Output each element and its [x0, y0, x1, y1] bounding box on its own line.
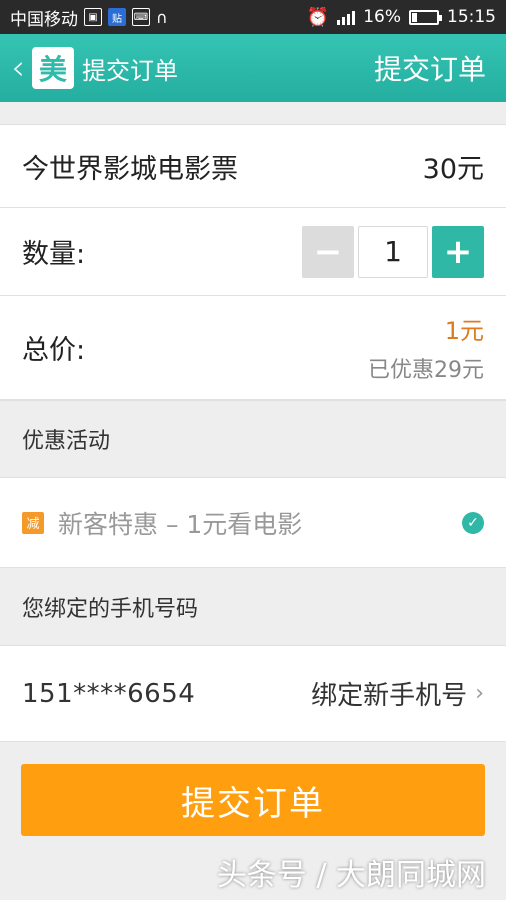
- app-logo: 美: [32, 47, 74, 89]
- phone-row: 151****6654 绑定新手机号 ›: [0, 646, 506, 742]
- unit-price: 30元: [422, 153, 484, 185]
- gallery-notification-icon: ▣: [84, 8, 102, 26]
- keyboard-icon: ⌨: [132, 8, 150, 26]
- product-row: 今世界影城电影票 30元: [0, 124, 506, 208]
- submit-order-button[interactable]: 提交订单: [21, 764, 485, 836]
- promotion-text: 新客特惠 – 1元看电影: [58, 509, 303, 539]
- status-bar: 中国移动 ▣ 贴 ⌨ ∩ ⏰ 16% 15:15: [0, 0, 506, 34]
- discount-tag-icon: 减: [22, 511, 44, 534]
- battery-percent: 16%: [363, 7, 401, 27]
- quantity-input[interactable]: 1: [358, 225, 428, 278]
- battery-icon: [409, 9, 442, 25]
- alarm-icon: ⏰: [306, 6, 330, 28]
- product-name: 今世界影城电影票: [22, 153, 238, 185]
- page-title: 提交订单: [82, 56, 178, 85]
- check-circle-icon[interactable]: ✓: [462, 511, 484, 534]
- promotions-section-title: 优惠活动: [0, 400, 506, 478]
- price-box: 1元 已优惠29元: [368, 311, 484, 384]
- header-submit-button[interactable]: 提交订单: [374, 48, 486, 88]
- quantity-row: 数量: − 1 +: [0, 208, 506, 296]
- phone-section-title: 您绑定的手机号码: [0, 568, 506, 646]
- app-header: ‹ 美 提交订单 提交订单: [0, 34, 506, 102]
- total-label: 总价:: [22, 335, 86, 366]
- carrier-name: 中国移动: [10, 9, 78, 30]
- bind-new-phone-link[interactable]: 绑定新手机号 ›: [311, 675, 484, 712]
- quantity-stepper: − 1 +: [302, 225, 484, 278]
- increase-button[interactable]: +: [432, 225, 484, 278]
- quantity-label: 数量:: [22, 239, 86, 270]
- sticker-app-icon: 贴: [108, 8, 126, 26]
- phone-number: 151****6654: [22, 678, 196, 709]
- spacer: [0, 102, 506, 124]
- signal-icon: [337, 9, 356, 25]
- promotion-item[interactable]: 减 新客特惠 – 1元看电影 ✓: [0, 478, 506, 568]
- total-row: 总价: 1元 已优惠29元: [0, 296, 506, 400]
- discount-text: 已优惠29元: [368, 358, 484, 383]
- total-price: 1元: [444, 317, 484, 345]
- watermark: 头条号 / 大朗同城网: [216, 858, 486, 893]
- bind-new-phone-label: 绑定新手机号: [311, 681, 468, 711]
- back-icon[interactable]: ‹: [6, 48, 30, 88]
- clock: 15:15: [447, 7, 496, 27]
- chevron-right-icon: ›: [475, 681, 484, 706]
- decrease-button[interactable]: −: [302, 225, 354, 278]
- headset-icon: ∩: [156, 7, 168, 27]
